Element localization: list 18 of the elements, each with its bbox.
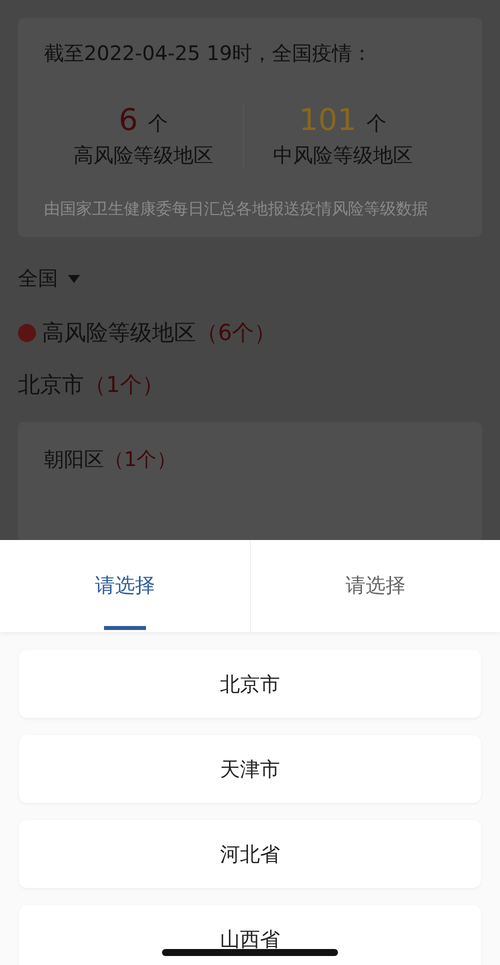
district-count: （1个） [104, 446, 177, 473]
stat-unit: 个 [148, 110, 168, 137]
risk-group-count: （6个） [196, 320, 276, 348]
stat-label: 中风险等级地区 [272, 142, 413, 169]
source-note: 由国家卫生健康委每日汇总各地报送疫情风险等级数据 [44, 198, 429, 220]
summary-heading: 截至2022-04-25 19时，全国疫情： [44, 40, 374, 67]
stat-value: 6 [118, 103, 138, 138]
region-option[interactable]: 河北省 [19, 820, 481, 888]
picker-tab[interactable]: 请选择 [250, 540, 500, 632]
city-count: （1个） [84, 372, 164, 400]
region-option[interactable]: 天津市 [19, 735, 481, 803]
stat-label: 高风险等级地区 [73, 142, 214, 169]
picker-tab[interactable]: 请选择 [0, 540, 250, 632]
stat-unit: 个 [366, 110, 386, 137]
district-name: 朝阳区 [44, 446, 104, 473]
region-option[interactable]: 山西省 [19, 905, 481, 965]
dropdown-caret-icon[interactable] [68, 274, 80, 282]
region-option[interactable]: 北京市 [19, 650, 481, 718]
